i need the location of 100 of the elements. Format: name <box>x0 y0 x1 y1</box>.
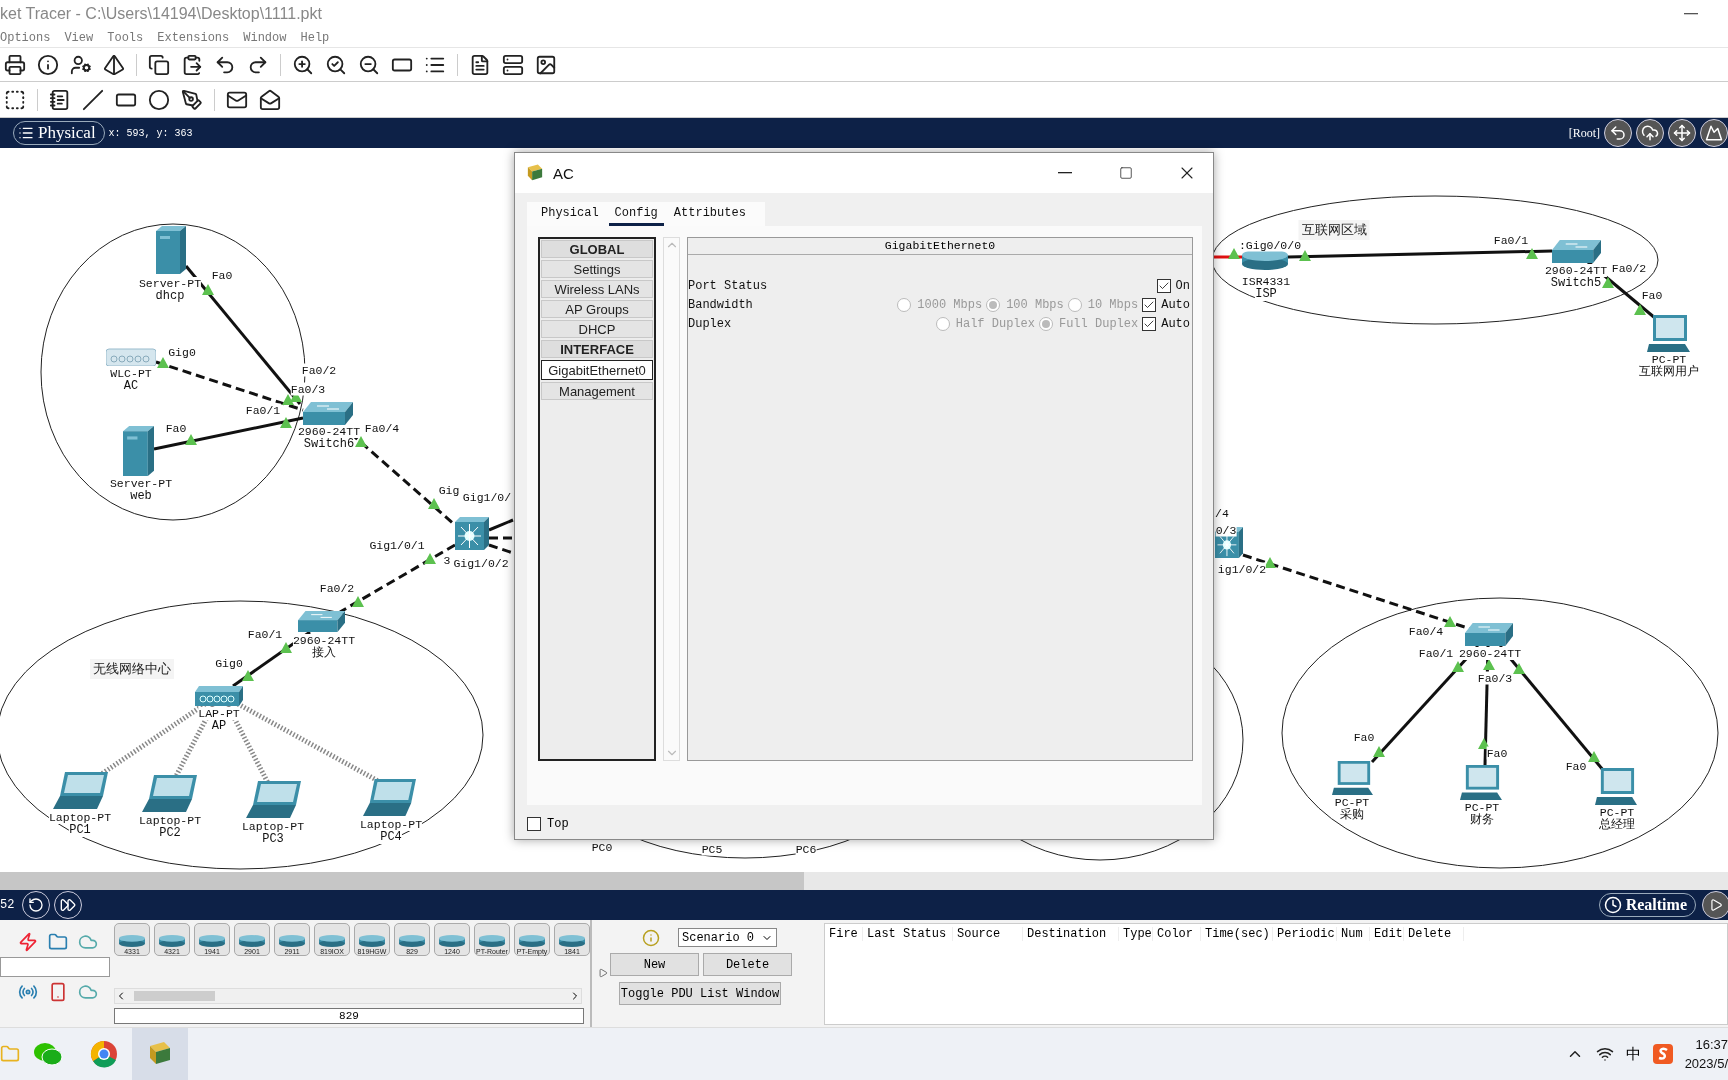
back-icon <box>1609 124 1627 142</box>
sidebar-item[interactable]: GigabitEthernet0 <box>541 360 653 380</box>
router-icon <box>439 934 465 948</box>
maximize-icon <box>1118 166 1133 180</box>
simulation-button[interactable] <box>1702 891 1728 919</box>
router-icon <box>199 934 225 948</box>
device-model: 2960-24TT <box>297 425 361 438</box>
scrollbar-thumb[interactable] <box>0 872 804 890</box>
browser-icon[interactable] <box>90 1040 118 1068</box>
column-header: Color <box>1153 927 1201 941</box>
image-icon[interactable] <box>535 53 557 76</box>
device-name: 接入 <box>312 647 336 660</box>
folder-icon[interactable] <box>48 932 68 952</box>
pc-icon[interactable] <box>1332 761 1373 795</box>
switch-icon[interactable] <box>1552 240 1601 263</box>
search-field[interactable] <box>0 957 110 977</box>
line-icon[interactable] <box>82 88 104 111</box>
menu-item[interactable]: Window <box>243 30 287 45</box>
scrollbar-thumb[interactable] <box>134 991 215 1001</box>
minimize-icon <box>1057 172 1072 174</box>
freeform-icon[interactable] <box>181 88 203 111</box>
cloud-button[interactable] <box>1636 119 1664 147</box>
tab[interactable]: Physical <box>535 202 605 226</box>
pc-icon[interactable] <box>1595 768 1637 805</box>
checkbox[interactable] <box>527 816 541 831</box>
back-button[interactable] <box>1604 119 1632 147</box>
menu-item[interactable]: View <box>64 30 94 45</box>
switch-icon[interactable] <box>303 402 353 425</box>
fast-forward-button[interactable] <box>54 891 83 919</box>
server-icon[interactable] <box>156 226 186 274</box>
sidebar-item[interactable]: AP Groups <box>541 300 653 318</box>
router-icon[interactable] <box>1242 249 1288 270</box>
phone-icon[interactable] <box>48 982 68 1002</box>
open-mail-icon[interactable] <box>259 88 281 111</box>
pc-icon[interactable] <box>1460 765 1502 800</box>
paste-icon[interactable] <box>181 53 203 76</box>
menu-item[interactable]: Tools <box>107 30 144 45</box>
sidebar-item[interactable]: Management <box>541 382 653 400</box>
switch-icon[interactable] <box>298 611 345 632</box>
section-header: GLOBAL <box>541 240 653 258</box>
laptop-icon[interactable] <box>363 779 416 816</box>
menu-item[interactable]: Help <box>300 30 330 45</box>
minimize-icon[interactable] <box>1684 13 1698 15</box>
port-label: Fa0/3 <box>1477 671 1513 685</box>
port-label: Fa0 <box>1486 746 1508 760</box>
port-label: Fa0/2 <box>319 581 355 595</box>
laptop-icon[interactable] <box>246 781 301 818</box>
zoom-in-icon[interactable] <box>292 53 314 76</box>
ellipse-icon[interactable] <box>148 88 170 111</box>
device-name: 财务 <box>1470 814 1494 827</box>
select-icon[interactable] <box>4 88 26 111</box>
router-icon <box>479 934 505 948</box>
pdu-button[interactable]: Delete <box>703 953 792 976</box>
lightning-icon[interactable] <box>18 932 38 952</box>
device-icon[interactable] <box>502 53 524 76</box>
server-icon[interactable] <box>123 426 154 476</box>
wifi-icon[interactable] <box>1595 1045 1614 1063</box>
pdu-button[interactable]: New <box>610 953 699 976</box>
copy-icon[interactable] <box>148 53 170 76</box>
device-model: Laptop-PT <box>138 814 202 827</box>
switch-icon[interactable] <box>1465 623 1513 646</box>
document-icon[interactable] <box>469 53 491 76</box>
router-icon <box>119 934 145 948</box>
reset-button[interactable] <box>22 891 51 919</box>
access-point-icon[interactable] <box>195 686 243 706</box>
input-method-indicator[interactable]: 中 <box>1625 1044 1641 1064</box>
sidebar-item[interactable]: DHCP <box>541 320 653 338</box>
chat-icon[interactable] <box>33 1041 63 1067</box>
info-icon[interactable] <box>37 53 59 76</box>
sidebar-item[interactable]: Wireless LANs <box>541 280 653 298</box>
area-label: 无线网络中心 <box>90 659 174 679</box>
checkbox[interactable] <box>1156 279 1171 293</box>
multilayer-switch-icon[interactable] <box>455 517 489 550</box>
port-label: Fa0/1 <box>247 627 283 641</box>
laptop-icon[interactable] <box>53 772 108 809</box>
zoom-out-icon[interactable] <box>358 53 380 76</box>
checkbox-label: Auto <box>1161 298 1190 312</box>
device-model: PC-PT <box>1464 801 1500 814</box>
print-icon[interactable] <box>4 53 26 76</box>
expand-icon[interactable] <box>598 968 608 978</box>
port-label: Fa0/4 <box>1408 624 1444 638</box>
setting-label: Bandwidth <box>688 298 754 312</box>
note-icon[interactable] <box>49 88 71 111</box>
sidebar-item[interactable]: Settings <box>541 260 653 278</box>
menu-item[interactable]: Extensions <box>157 30 230 45</box>
play-icon <box>1709 898 1723 912</box>
zoom-reset-icon[interactable] <box>325 53 347 76</box>
menu-item[interactable]: Options <box>0 30 51 45</box>
pyramid-icon[interactable] <box>103 53 125 76</box>
scenario-select[interactable]: Scenario 0 <box>678 928 777 947</box>
wireless-icon[interactable] <box>18 982 38 1002</box>
move-button[interactable] <box>1668 119 1696 147</box>
toggle-pdu-button[interactable]: Toggle PDU List Window <box>619 982 781 1005</box>
user-icon[interactable] <box>70 53 92 76</box>
sogou-icon[interactable] <box>1652 1044 1673 1064</box>
laptop-icon[interactable] <box>142 775 197 812</box>
device-model: Server-PT <box>138 277 202 290</box>
pc-icon[interactable] <box>1647 315 1690 352</box>
router-icon <box>319 934 345 948</box>
tab[interactable]: Attributes <box>667 202 752 226</box>
